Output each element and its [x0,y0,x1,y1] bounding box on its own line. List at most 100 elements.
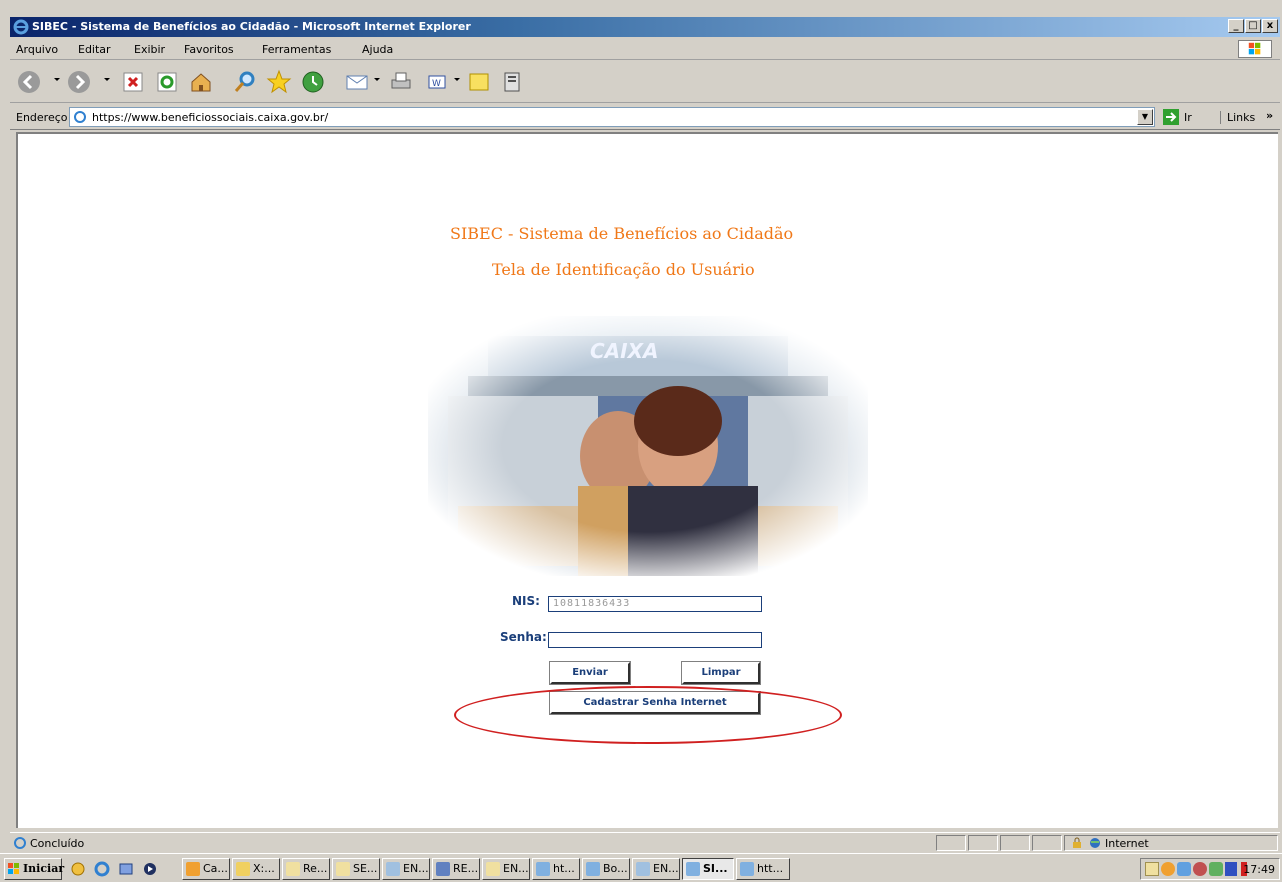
forward-icon[interactable] [66,69,92,95]
status-segment [1032,835,1062,851]
lock-icon [1073,837,1081,848]
refresh-icon[interactable] [154,69,180,95]
tray-mail-icon[interactable] [1145,862,1159,876]
taskbar-button[interactable]: X:... [232,858,280,880]
app-icon [186,862,200,876]
forward-dropdown-icon[interactable] [102,73,112,87]
status-segment [1000,835,1030,851]
edit-dropdown-icon[interactable] [452,73,462,87]
taskbar-button[interactable]: Ca... [182,858,230,880]
mail-dropdown-icon[interactable] [372,73,382,87]
message-icon [636,862,650,876]
caixa-banner-text: CAIXA [590,339,659,363]
taskbar-button[interactable]: htt... [736,858,790,880]
back-dropdown-icon[interactable] [52,73,62,87]
stop-icon[interactable] [120,69,146,95]
taskbar: Iniciar Ca... X:... Re... SE... EN... RE… [0,853,1282,882]
minimize-button[interactable]: _ [1228,19,1244,33]
window-title: SIBEC - Sistema de Benefícios ao Cidadão… [32,20,471,33]
taskbar-button[interactable]: EN... [632,858,680,880]
links-chevron-icon[interactable]: » [1266,109,1273,122]
maximize-button[interactable]: □ [1245,19,1261,33]
status-bar: Concluído Internet [10,832,1280,852]
address-url[interactable]: https://www.beneficiossociais.caixa.gov.… [92,111,328,124]
status-segment [936,835,966,851]
close-button[interactable]: x [1262,19,1278,33]
svg-text:W: W [432,79,441,89]
back-icon[interactable] [16,69,42,95]
quicklaunch-icon[interactable] [70,861,86,877]
go-button[interactable]: Ir [1184,111,1192,124]
taskbar-button[interactable]: SE... [332,858,380,880]
quicklaunch-desktop-icon[interactable] [118,861,134,877]
globe-icon [1090,838,1100,848]
browser-window: SIBEC - Sistema de Benefícios ao Cidadão… [0,0,1282,882]
quicklaunch-media-icon[interactable] [142,861,158,877]
favorites-icon[interactable] [266,69,292,95]
senha-label: Senha: [500,630,547,644]
mail-icon [286,862,300,876]
page-subtitle: Tela de Identificação do Usuário [492,260,755,279]
menu-editar[interactable]: Editar [78,43,111,56]
message-icon [436,862,450,876]
taskbar-button[interactable]: Bo... [582,858,630,880]
toolbar: W [10,61,1280,103]
windows-flag-icon [8,863,19,874]
tray-security-icon[interactable] [1193,862,1207,876]
address-bar: Endereço https://www.beneficiossociais.c… [10,104,1280,130]
edit-word-icon[interactable]: W [424,69,450,95]
address-field[interactable]: https://www.beneficiossociais.caixa.gov.… [69,107,1155,127]
menu-bar: Arquivo Editar Exibir Favoritos Ferramen… [10,38,1280,60]
go-arrow-icon[interactable] [1162,108,1180,126]
print-icon[interactable] [388,69,414,95]
taskbar-button[interactable]: RE... [432,858,480,880]
menu-ferramentas[interactable]: Ferramentas [262,43,331,56]
menu-ajuda[interactable]: Ajuda [362,43,393,56]
page-title: SIBEC - Sistema de Benefícios ao Cidadão [450,224,794,243]
title-bar: SIBEC - Sistema de Benefícios ao Cidadão… [10,17,1280,37]
quicklaunch-ie-icon[interactable] [94,861,110,877]
tray-network-icon[interactable] [1177,862,1191,876]
nis-input[interactable]: 10811836433 [548,596,762,612]
menu-exibir[interactable]: Exibir [134,43,165,56]
status-segment [968,835,998,851]
page-icon [74,111,86,123]
enviar-button[interactable]: Enviar [549,661,631,685]
search-icon[interactable] [232,69,258,95]
history-icon[interactable] [300,69,326,95]
tray-shield-icon[interactable] [1225,862,1237,876]
message-icon [386,862,400,876]
mail-icon[interactable] [344,69,370,95]
taskbar-button[interactable]: EN... [382,858,430,880]
tray-sync-icon[interactable] [1209,862,1223,876]
taskbar-button[interactable]: EN... [482,858,530,880]
discuss-icon[interactable] [466,69,492,95]
security-zone: Internet [1064,835,1278,851]
nis-label: NIS: [512,594,540,608]
menu-arquivo[interactable]: Arquivo [16,43,58,56]
limpar-button[interactable]: Limpar [681,661,761,685]
page-done-icon [14,837,26,849]
home-icon[interactable] [188,69,214,95]
address-label: Endereço [16,111,68,124]
tray-app-icon[interactable] [1161,862,1175,876]
highlight-ellipse [454,686,842,744]
taskbar-button[interactable]: Re... [282,858,330,880]
start-button[interactable]: Iniciar [4,858,65,880]
folder-icon [236,862,250,876]
menu-favoritos[interactable]: Favoritos [184,43,234,56]
caixa-agency-photo: CAIXA [428,316,868,576]
clock[interactable]: 17:49 [1243,863,1275,876]
system-tray: 17:49 [1140,858,1280,880]
start-label: Iniciar [23,862,65,875]
ie-icon [536,862,550,876]
address-dropdown-icon[interactable]: ▼ [1137,109,1153,125]
ie-icon [586,862,600,876]
senha-input[interactable] [548,632,762,648]
ie-icon [740,862,754,876]
taskbar-button[interactable]: ht... [532,858,580,880]
research-icon[interactable] [500,69,526,95]
links-button[interactable]: Links [1220,111,1255,124]
status-text: Concluído [30,837,85,850]
taskbar-button-active[interactable]: SI... [682,858,734,880]
